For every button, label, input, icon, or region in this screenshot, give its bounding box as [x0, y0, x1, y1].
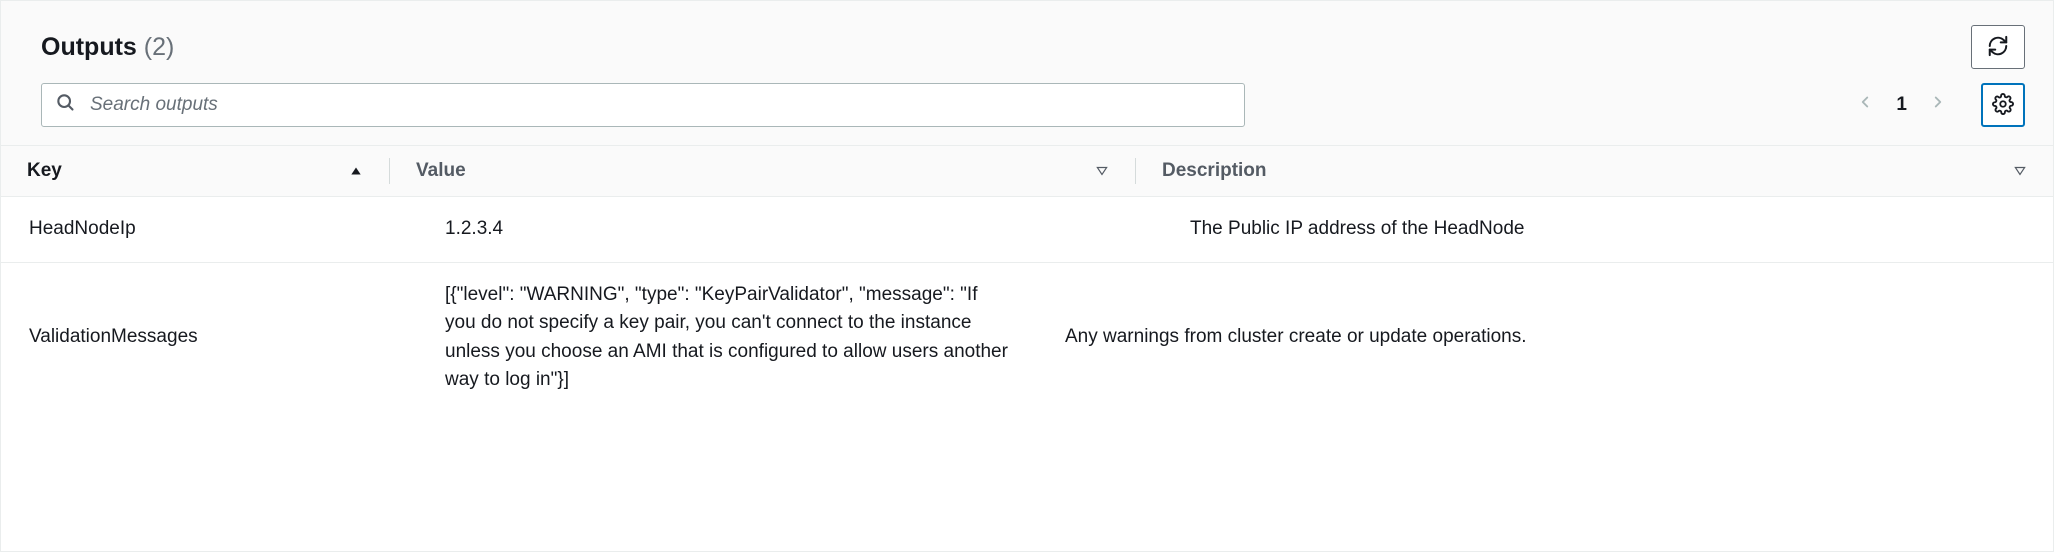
column-header-value[interactable]: Value [390, 146, 1135, 196]
outputs-table: Key Value Description [1, 145, 2053, 551]
search-wrapper [41, 83, 1245, 127]
title-count: (2) [144, 33, 175, 61]
column-header-key-label: Key [27, 160, 62, 182]
page-number: 1 [1896, 94, 1907, 116]
table-row: ValidationMessages [{"level": "WARNING",… [1, 263, 2053, 413]
settings-button[interactable] [1981, 83, 2025, 127]
refresh-button[interactable] [1971, 25, 2025, 69]
cell-description: Any warnings from cluster create or upda… [1039, 263, 2053, 413]
sort-none-icon [1095, 164, 1109, 178]
cell-key: HeadNodeIp [1, 197, 389, 262]
refresh-icon [1987, 35, 2009, 60]
cell-value: 1.2.3.4 [389, 197, 1164, 262]
title-text: Outputs [41, 33, 137, 61]
chevron-right-icon [1929, 93, 1947, 117]
prev-page-button[interactable] [1856, 93, 1874, 117]
cell-value: [{"level": "WARNING", "type": "KeyPairVa… [389, 263, 1039, 413]
next-page-button[interactable] [1929, 93, 1947, 117]
outputs-panel: Outputs (2) [0, 0, 2054, 552]
column-header-key[interactable]: Key [1, 146, 389, 196]
sort-asc-icon [349, 164, 363, 178]
table-body: HeadNodeIp 1.2.3.4 The Public IP address… [1, 197, 2053, 413]
panel-header: Outputs (2) [1, 1, 2053, 145]
column-header-description[interactable]: Description [1136, 146, 2053, 196]
table-row: HeadNodeIp 1.2.3.4 The Public IP address… [1, 197, 2053, 263]
search-row: 1 [41, 83, 2025, 127]
sort-none-icon [2013, 164, 2027, 178]
title-row: Outputs (2) [41, 25, 2025, 69]
table-header: Key Value Description [1, 145, 2053, 197]
column-header-description-label: Description [1162, 160, 1267, 182]
pagination: 1 [1856, 83, 2025, 127]
search-input[interactable] [41, 83, 1245, 127]
search-icon [55, 92, 75, 118]
chevron-left-icon [1856, 93, 1874, 117]
panel-title: Outputs (2) [41, 33, 174, 62]
cell-description: The Public IP address of the HeadNode [1164, 197, 2053, 262]
gear-icon [1992, 93, 2014, 118]
column-header-value-label: Value [416, 160, 466, 182]
cell-key: ValidationMessages [1, 263, 389, 413]
